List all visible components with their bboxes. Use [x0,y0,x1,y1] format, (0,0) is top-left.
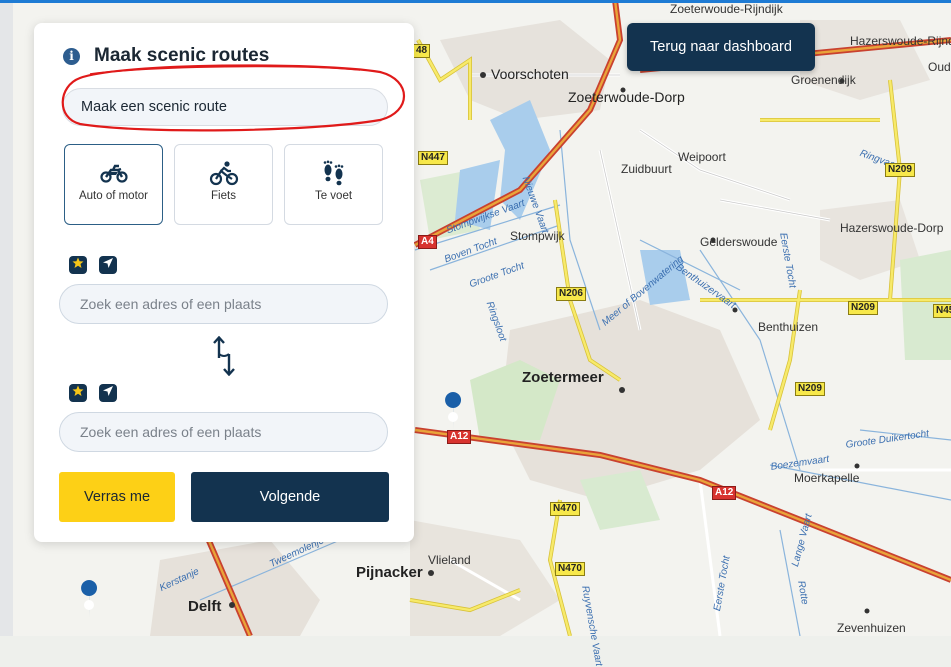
end-address-input[interactable] [59,412,388,452]
road-shield-label: A12 [712,486,737,500]
next-button[interactable]: Volgende [191,472,389,522]
swap-icon[interactable] [210,335,238,377]
motorcycle-icon [99,159,129,187]
road-shield-label: N45 [933,304,951,318]
mode-label: Te voet [314,190,353,202]
mode-walking[interactable]: Te voet [284,144,383,225]
current-location-button-end[interactable] [99,384,117,402]
map-place-label: Weipoort [678,150,726,164]
road-shield-label: N209 [795,382,825,396]
map-place-label: Vlieland [428,553,471,567]
surprise-me-button[interactable]: Verras me [59,472,175,522]
map-place-label: Zoetermeer [522,369,604,386]
route-name-input[interactable] [62,88,388,126]
panel-header: i Maak scenic routes [63,45,269,67]
map-place-label: Voorschoten [491,66,569,82]
road-shield-label: N209 [885,163,915,177]
location-arrow-icon [102,384,114,402]
mode-bicycle[interactable]: Fiets [174,144,273,225]
map-place-label: Zoeterwoude-Dorp [568,89,685,105]
mode-label: Fiets [211,190,236,202]
map-place-label: Zuidbuurt [621,162,672,176]
map-place-label: Hazerswoude-Rijndijk [850,34,951,48]
road-shield-label: 48 [413,44,431,58]
road-shield-label: N447 [418,151,448,165]
page-title: Maak scenic routes [94,45,270,66]
map-place-label: Hazerswoude-Dorp [840,221,944,235]
road-shield-label: A12 [447,430,472,444]
favorites-star-button-end[interactable] [69,384,87,402]
road-shield-label: N206 [556,287,586,301]
map-place-label: Zevenhuizen [837,621,906,635]
star-icon [72,256,84,274]
road-shield-label: N209 [848,301,878,315]
favorites-star-button-start[interactable] [69,256,87,274]
map-place-label: Stompwijk [510,229,565,243]
map-place-label: Delft [188,598,222,615]
start-address-input[interactable] [59,284,388,324]
location-arrow-icon [102,256,114,274]
road-shield-label: N470 [550,502,580,516]
scenic-route-panel: i Maak scenic routes Auto of motor Fiets [34,23,414,542]
info-icon[interactable]: i [63,47,80,65]
mode-car-motor[interactable]: Auto of motor [64,144,163,225]
road-shield-label: A4 [418,235,437,249]
map-place-label: Groenendijk [791,73,856,87]
bicycle-icon [209,159,239,187]
map-place-label: Benthuizen [758,320,819,334]
map-place-label: Pijnacker [356,564,423,581]
mode-label: Auto of motor [78,190,149,202]
footprints-icon [321,159,347,187]
top-accent-bar [0,0,951,3]
map-place-label: Zoeterwoude-Rijndijk [670,2,783,16]
back-to-dashboard-button[interactable]: Terug naar dashboard [627,23,815,71]
map-place-label: Gelderswoude [700,235,778,249]
current-location-button-start[interactable] [99,256,117,274]
road-shield-label: N470 [555,562,585,576]
star-icon [72,384,84,402]
map-place-label: Oude [928,60,951,74]
map-place-label: Moerkapelle [794,471,860,485]
